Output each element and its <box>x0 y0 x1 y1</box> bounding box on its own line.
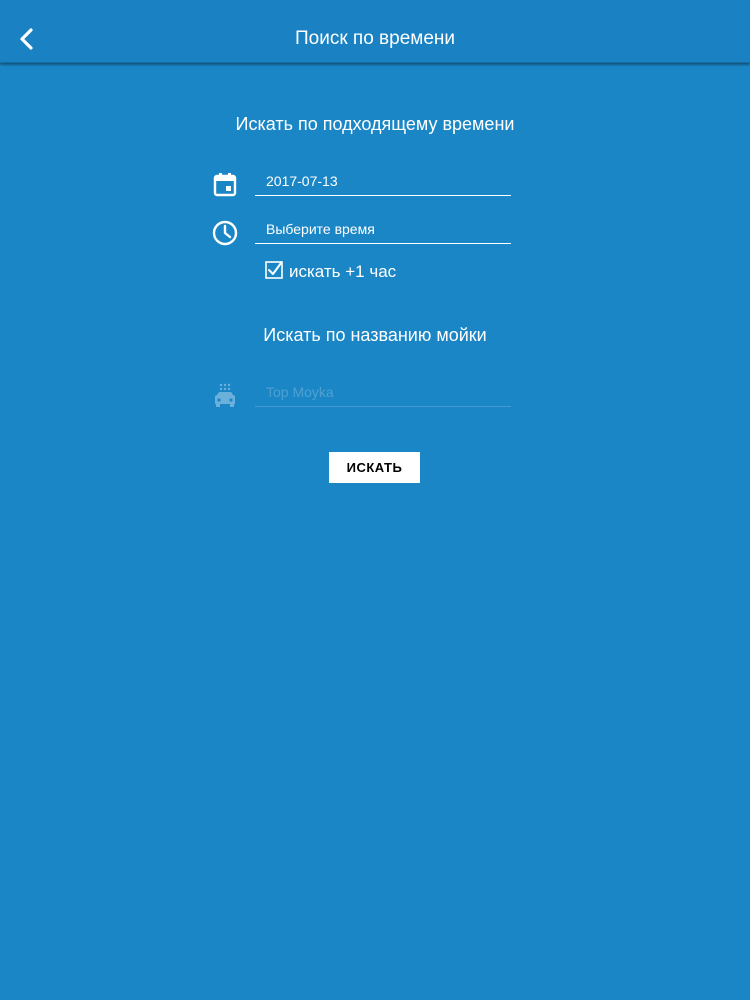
clock-icon <box>211 219 239 247</box>
name-search-heading: Искать по названию мойки <box>263 325 487 345</box>
checkbox-checked-icon[interactable] <box>265 261 283 279</box>
car-wash-name-placeholder: Top Moyka <box>266 384 334 400</box>
time-field-placeholder: Выберите время <box>266 221 375 237</box>
plus-hour-label: искать +1 час <box>289 262 397 281</box>
page-title: Поиск по времени <box>294 28 456 49</box>
search-button[interactable]: ИСКАТЬ <box>329 452 420 483</box>
date-field[interactable]: 2017-07-13 <box>255 167 511 196</box>
calendar-icon <box>211 171 239 199</box>
navigation-bar: Поиск по времени <box>0 0 750 63</box>
time-field[interactable]: Выберите время <box>255 215 511 244</box>
time-search-heading: Искать по подходящему времени <box>235 114 515 134</box>
date-field-value: 2017-07-13 <box>266 173 338 189</box>
car-wash-icon <box>211 382 239 410</box>
car-wash-name-field[interactable]: Top Moyka <box>255 378 511 407</box>
